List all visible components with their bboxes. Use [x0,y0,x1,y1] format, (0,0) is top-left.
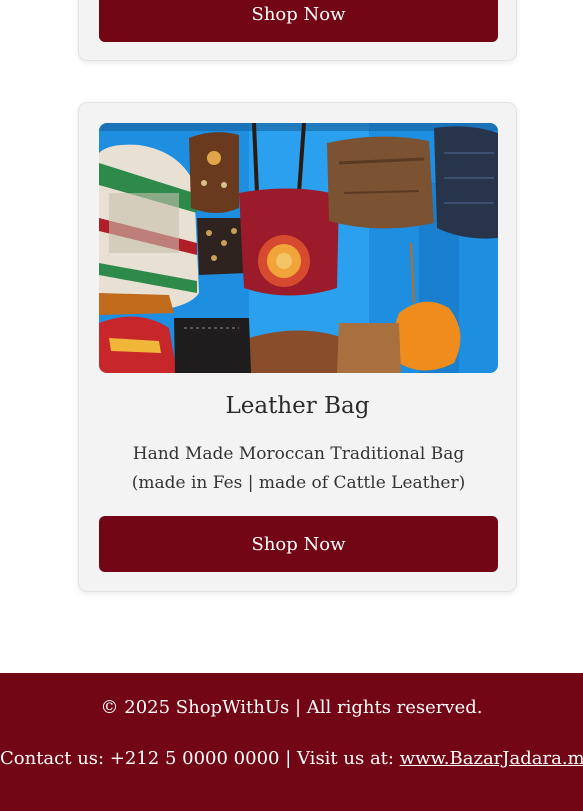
shop-now-button[interactable]: Shop Now [99,516,498,572]
product-card-previous: Shop Now [78,0,517,61]
footer-contact: Contact us: +212 5 0000 0000 | Visit us … [0,748,583,769]
product-card-leather-bag: Leather Bag Hand Made Moroccan Tradition… [78,102,517,592]
website-link[interactable]: www.BazarJadara.ma [400,748,583,769]
shop-now-button[interactable]: Shop Now [99,0,498,42]
product-title: Leather Bag [225,393,370,419]
contact-text: Contact us: +212 5 0000 0000 | Visit us … [0,748,400,769]
product-description: Hand Made Moroccan Traditional Bag (made… [131,444,466,493]
product-image-leather-bags [99,123,498,373]
footer-copyright: © 2025 ShopWithUs | All rights reserved. [100,697,483,718]
site-footer: © 2025 ShopWithUs | All rights reserved.… [0,673,583,811]
